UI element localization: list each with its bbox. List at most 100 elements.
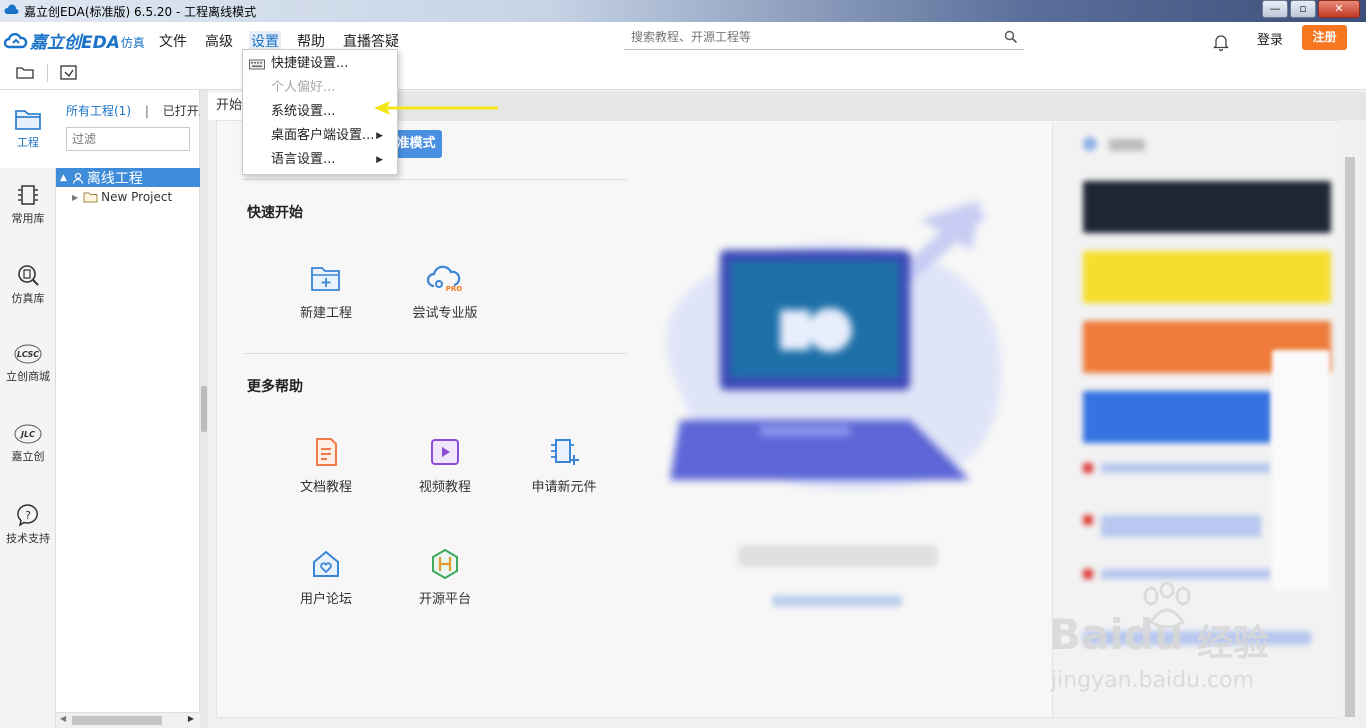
request-component-button[interactable]: 申请新元件 (504, 436, 624, 495)
new-project-button[interactable]: 新建工程 (266, 264, 386, 321)
watermark-brand: Baidu (1049, 610, 1184, 659)
search-box (624, 26, 1024, 50)
blurred-welcome-text (738, 545, 938, 567)
menu-item-label: 快捷键设置... (271, 56, 349, 71)
blurred-bullet (1083, 569, 1093, 579)
video-icon (431, 439, 459, 465)
menu-item-shortcut-settings[interactable]: 快捷键设置... (243, 52, 397, 76)
annotation-arrow-icon (374, 101, 498, 115)
blurred-floating-toolbar[interactable] (1272, 350, 1330, 590)
menu-live-qa[interactable]: 直播答疑 (343, 31, 399, 51)
sidebar-item-lcsc-mall[interactable]: LCSC 立创商城 (0, 342, 56, 384)
menu-bar: 嘉立创EDA 仿真 文件 高级 设置 帮助 直播答疑 登录 注册 (0, 22, 1366, 56)
sidebar-item-label: 常用库 (11, 212, 45, 225)
tab-separator: | (144, 104, 149, 118)
jlc-icon: JLC (14, 424, 42, 444)
tree-root-offline-projects[interactable]: ▲ 离线工程 (56, 168, 200, 187)
svg-text:LCSC: LCSC (17, 350, 39, 359)
try-pro-button[interactable]: PRO 尝试专业版 (385, 264, 505, 321)
close-button[interactable]: ✕ (1318, 0, 1360, 18)
menu-item-label: 桌面客户端设置... (271, 128, 375, 143)
menu-advanced[interactable]: 高级 (205, 31, 233, 51)
svg-text:?: ? (25, 509, 31, 522)
new-project-label: 新建工程 (299, 306, 352, 321)
component-add-icon (551, 439, 579, 465)
menu-item-label: 语言设置... (271, 152, 336, 167)
doc-tutorial-button[interactable]: 文档教程 (266, 436, 386, 495)
toolbar (0, 56, 1366, 90)
import-icon[interactable] (58, 62, 80, 82)
title-bar: 嘉立创EDA(标准版) 6.5.20 - 工程离线模式 — ▫ ✕ (0, 0, 1366, 22)
sidebar-item-support[interactable]: ? 技术支持 (0, 502, 56, 546)
maximize-button[interactable]: ▫ (1290, 0, 1316, 18)
blurred-news-title (1109, 139, 1145, 151)
horizontal-scrollbar[interactable]: ◀ ▶ (56, 712, 200, 728)
register-button[interactable]: 注册 (1302, 25, 1347, 50)
folder-icon (83, 192, 98, 203)
watermark-url: jingyan.baidu.com (1051, 668, 1255, 693)
baidu-watermark: Baidu 经验 jingyan.baidu.com (1045, 582, 1345, 702)
toolbar-divider (47, 64, 48, 82)
collapse-arrow-icon[interactable]: ▶ (72, 193, 78, 202)
bell-icon[interactable] (1211, 32, 1231, 52)
request-component-label: 申请新元件 (531, 480, 597, 495)
lcsc-icon: LCSC (14, 344, 42, 364)
menu-settings[interactable]: 设置 (249, 31, 281, 51)
minimize-button[interactable]: — (1262, 0, 1288, 18)
open-folder-icon[interactable] (14, 62, 36, 82)
logo-subtext: 仿真 (120, 35, 145, 50)
cloud-logo-icon (4, 32, 28, 48)
watermark-brand-cn: 经验 (1197, 623, 1270, 664)
search-input[interactable] (624, 26, 994, 48)
blurred-news-line[interactable] (1101, 463, 1271, 473)
user-forum-label: 用户论坛 (299, 592, 352, 607)
menu-item-language-settings[interactable]: 语言设置... ▶ (243, 148, 397, 172)
blurred-bullet (1083, 463, 1093, 473)
submenu-arrow-icon: ▶ (376, 155, 383, 165)
open-source-platform-label: 开源平台 (418, 592, 471, 607)
doc-tutorial-label: 文档教程 (299, 480, 352, 495)
expand-arrow-icon[interactable]: ▲ (60, 173, 67, 183)
submenu-arrow-icon: ▶ (376, 131, 383, 141)
svg-text:PRO: PRO (446, 285, 463, 293)
sidebar-item-common-lib[interactable]: 常用库 (0, 182, 56, 226)
tab-all-projects[interactable]: 所有工程(1) (66, 104, 131, 118)
sidebar-item-project[interactable]: 工程 (0, 90, 56, 168)
blurred-banner[interactable] (1083, 181, 1331, 233)
menu-item-preferences: 个人偏好... (243, 76, 397, 100)
divider (243, 179, 627, 180)
blurred-news-line[interactable] (1101, 515, 1261, 537)
blurred-bullet (1083, 515, 1093, 525)
sidebar-item-jlc[interactable]: JLC 嘉立创 (0, 422, 56, 464)
divider (243, 353, 627, 354)
window-title: 嘉立创EDA(标准版) 6.5.20 - 工程离线模式 (24, 4, 257, 19)
blurred-banner[interactable] (1083, 251, 1331, 303)
user-forum-button[interactable]: 用户论坛 (266, 548, 386, 607)
tree-item-new-project[interactable]: ▶ New Project (72, 190, 172, 204)
menu-file[interactable]: 文件 (159, 31, 187, 51)
folder-icon (15, 110, 41, 130)
panel-splitter[interactable] (200, 90, 208, 728)
menu-item-desktop-client-settings[interactable]: 桌面客户端设置... ▶ (243, 124, 397, 148)
user-icon (72, 172, 84, 184)
blurred-illustration (666, 200, 1001, 490)
blurred-banner[interactable] (1083, 391, 1271, 443)
video-tutorial-button[interactable]: 视频教程 (385, 436, 505, 495)
open-source-platform-button[interactable]: 开源平台 (385, 548, 505, 607)
sidebar-item-sim-lib[interactable]: 仿真库 (0, 262, 56, 306)
blurred-news-line[interactable] (1101, 569, 1271, 579)
tree-item-label: New Project (101, 190, 173, 204)
login-link[interactable]: 登录 (1257, 29, 1283, 48)
menu-help[interactable]: 帮助 (297, 31, 325, 51)
more-help-title: 更多帮助 (247, 379, 303, 395)
sidebar-item-label: 嘉立创 (11, 450, 45, 463)
logo: 嘉立创EDA 仿真 (4, 28, 145, 53)
app-icon (4, 4, 19, 15)
pro-cloud-icon: PRO (426, 265, 463, 293)
forum-house-icon (313, 550, 339, 577)
quick-start-title: 快速开始 (247, 205, 303, 221)
help-icon: ? (17, 504, 38, 527)
search-icon[interactable] (1004, 30, 1018, 44)
filter-input[interactable] (66, 127, 190, 151)
sim-lib-icon (18, 265, 39, 286)
